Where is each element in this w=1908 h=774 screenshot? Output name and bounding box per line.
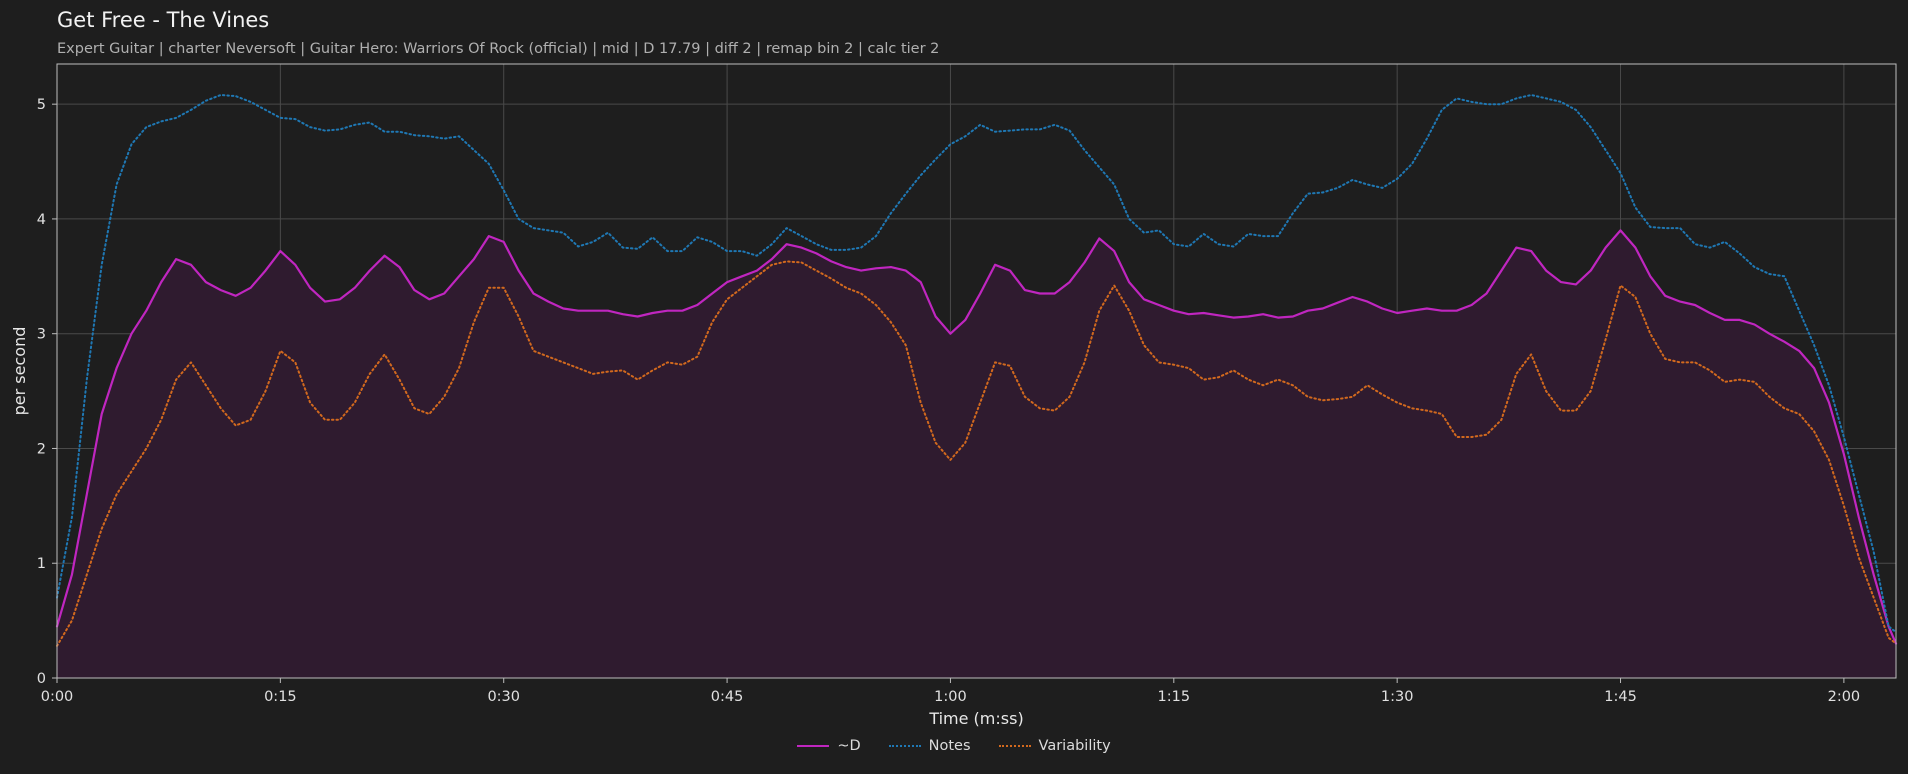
- x-tick-label-5: 1:15: [1158, 689, 1191, 705]
- legend-item-d: ~D: [797, 738, 861, 754]
- x-axis-ticks: 0:00 0:15 0:30 0:45 1:00 1:15 1:30 1:45 2:00: [41, 678, 1860, 705]
- x-tick-label-3: 0:45: [711, 689, 744, 705]
- x-tick-label-6: 1:30: [1381, 689, 1414, 705]
- x-tick-label-4: 1:00: [934, 689, 967, 705]
- legend-item-notes: Notes: [888, 738, 971, 754]
- series-fill-d: [57, 230, 1896, 678]
- y-tick-label-1: 1: [37, 556, 46, 572]
- x-tick-label-8: 2:00: [1828, 689, 1861, 705]
- x-axis-label: Time (m:ss): [928, 709, 1023, 728]
- y-tick-label-4: 4: [37, 212, 46, 228]
- legend-label-variability: Variability: [1038, 738, 1111, 754]
- y-tick-label-5: 5: [37, 97, 46, 113]
- legend-label-notes: Notes: [928, 738, 971, 754]
- y-tick-label-2: 2: [37, 441, 46, 457]
- legend-item-variability: Variability: [998, 738, 1111, 754]
- legend-swatch-d: [797, 745, 830, 747]
- legend-swatch-variability: [998, 745, 1031, 747]
- y-axis-ticks: 0 1 2 3 4 5: [37, 97, 57, 687]
- legend-swatch-notes: [888, 745, 921, 747]
- legend: ~D Notes Variability: [0, 738, 1908, 754]
- x-tick-label-2: 0:30: [487, 689, 520, 705]
- legend-label-d: ~D: [837, 738, 861, 754]
- y-axis-label: per second: [10, 327, 29, 416]
- y-tick-label-3: 3: [37, 327, 46, 343]
- x-tick-label-7: 1:45: [1604, 689, 1637, 705]
- x-tick-label-0: 0:00: [41, 689, 74, 705]
- chart: 0:00 0:15 0:30 0:45 1:00 1:15 1:30 1:45 2:00 0 1 2…: [10, 63, 1898, 728]
- y-tick-label-0: 0: [37, 671, 46, 687]
- x-tick-label-1: 0:15: [264, 689, 297, 705]
- d-area-fill: [57, 230, 1896, 678]
